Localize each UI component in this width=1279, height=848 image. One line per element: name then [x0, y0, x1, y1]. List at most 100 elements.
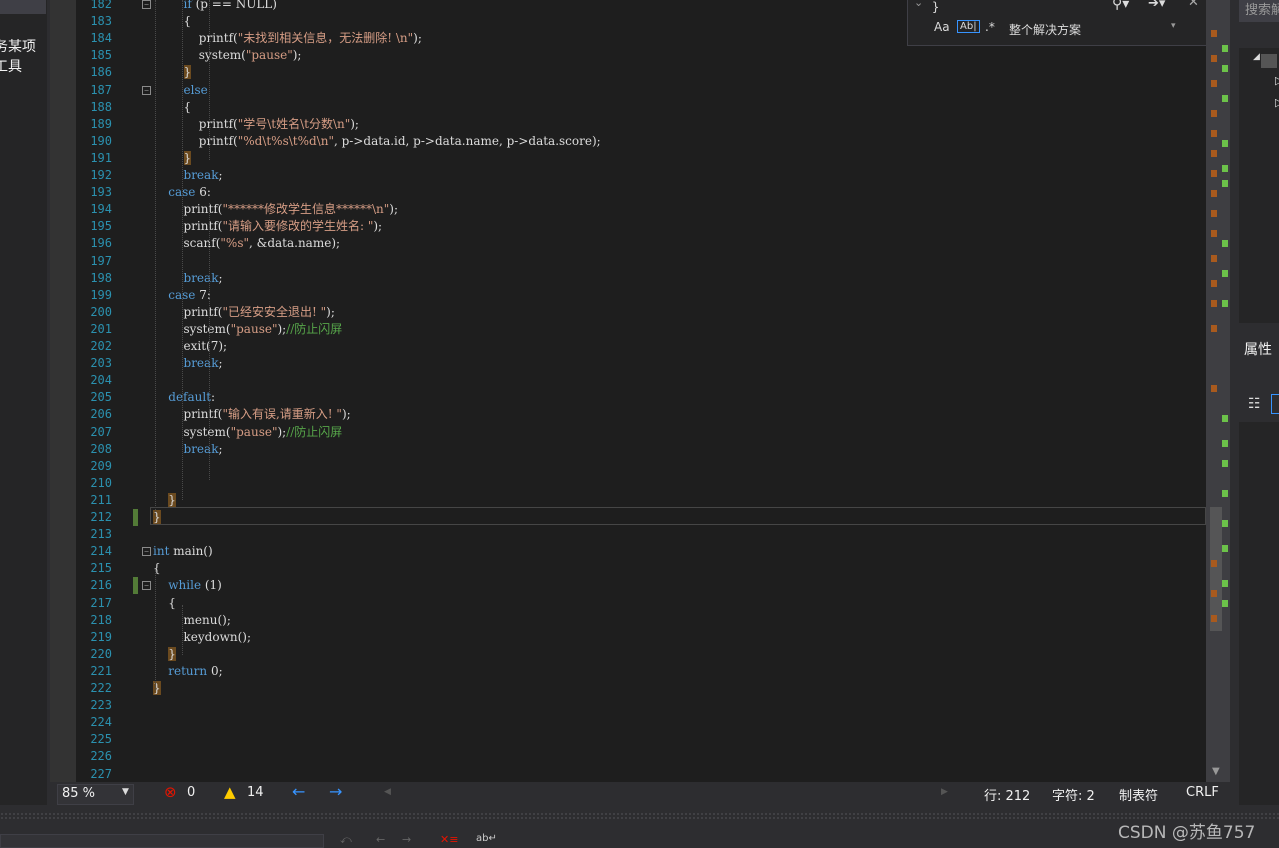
code-line[interactable]: 191 } [50, 150, 1206, 167]
code-line[interactable]: 223 [50, 697, 1206, 714]
solution-explorer-search[interactable]: 搜索解 [1239, 0, 1279, 22]
editor-vertical-scrollbar[interactable] [1206, 0, 1230, 782]
code-line[interactable]: 222} [50, 680, 1206, 697]
code-line[interactable]: 227 [50, 766, 1206, 782]
expand-replace-icon[interactable]: ⌄ [914, 0, 923, 9]
next-message-icon[interactable]: → [402, 833, 411, 846]
close-icon[interactable]: ✕ [1188, 0, 1199, 10]
match-case-toggle[interactable]: Aa [934, 20, 950, 34]
code-line[interactable]: 216 − while (1) [50, 577, 1206, 594]
code-line[interactable]: 221 return 0; [50, 663, 1206, 680]
tree-item-label[interactable]: 务某项 [0, 36, 36, 56]
find-input[interactable]: } [932, 0, 1112, 14]
find-next-icon[interactable]: ➔▾ [1148, 0, 1165, 11]
code-text[interactable]: printf("请输入要修改的学生姓名: "); [153, 218, 383, 235]
code-line[interactable]: 189 printf("学号\t姓名\t分数\n"); [50, 116, 1206, 133]
code-text[interactable]: } [153, 64, 192, 81]
code-line[interactable]: 217 { [50, 595, 1206, 612]
whole-word-toggle[interactable]: Ab| [957, 20, 980, 33]
word-wrap-icon[interactable]: ab↵ [476, 833, 497, 844]
code-text[interactable]: printf("******修改学生信息******\n"); [153, 201, 398, 218]
code-line[interactable]: 200 printf("已经安安全退出! "); [50, 304, 1206, 321]
code-line[interactable]: 197 [50, 253, 1206, 270]
code-line[interactable]: 186 } [50, 64, 1206, 81]
tree-item-label[interactable]: 工具 [0, 56, 22, 76]
code-text[interactable]: return 0; [153, 663, 222, 680]
error-count[interactable]: 0 [187, 785, 195, 800]
code-line[interactable]: 225 [50, 731, 1206, 748]
code-line[interactable]: 206 printf("输入有误,请重新入! "); [50, 406, 1206, 423]
code-line[interactable]: 203 break; [50, 355, 1206, 372]
navigate-back-icon[interactable]: ← [292, 782, 305, 801]
scroll-right-icon[interactable]: ▶ [941, 787, 948, 797]
code-line[interactable]: 204 [50, 372, 1206, 389]
code-text[interactable]: printf("%d\t%s\t%d\n", p->data.id, p->da… [153, 133, 601, 150]
code-editor[interactable]: 182 − if (p == NULL) 183 {184 printf("未找到相… [50, 0, 1206, 782]
error-icon[interactable]: ⊗ [164, 783, 177, 801]
code-text[interactable]: exit(7); [153, 338, 228, 355]
code-line[interactable]: 213 [50, 526, 1206, 543]
code-text[interactable]: while (1) [153, 577, 222, 594]
dock-grip[interactable] [0, 812, 1279, 820]
code-text[interactable]: break; [153, 270, 223, 287]
clear-icon[interactable]: ⤺ [340, 833, 352, 847]
code-line[interactable]: 210 [50, 475, 1206, 492]
code-line[interactable]: 214 − int main() [50, 543, 1206, 560]
collapse-arrow-icon[interactable]: ▷ [1275, 74, 1279, 87]
code-text[interactable]: system("pause"); [153, 47, 302, 64]
code-line[interactable]: 199 case 7: [50, 287, 1206, 304]
code-line[interactable]: 201 system("pause");//防止闪屏 [50, 321, 1206, 338]
code-line[interactable]: 192 break; [50, 167, 1206, 184]
code-line[interactable]: 209 [50, 458, 1206, 475]
code-line[interactable]: 207 system("pause");//防止闪屏 [50, 424, 1206, 441]
code-line[interactable]: 224 [50, 714, 1206, 731]
code-text[interactable]: printf("未找到相关信息，无法删除! \n"); [153, 30, 422, 47]
scroll-left-icon[interactable]: ◀ [384, 787, 391, 797]
fold-toggle-icon[interactable]: − [142, 86, 151, 95]
line-ending-status[interactable]: CRLF [1186, 785, 1219, 800]
collapse-arrow-icon[interactable]: ▷ [1275, 96, 1279, 109]
prev-message-icon[interactable]: ← [376, 833, 385, 846]
code-line[interactable]: 195 printf("请输入要修改的学生姓名: "); [50, 218, 1206, 235]
expand-arrow-icon[interactable]: ◢ [1253, 52, 1260, 62]
code-line[interactable]: 187 − else [50, 82, 1206, 99]
code-line[interactable]: 198 break; [50, 270, 1206, 287]
regex-toggle[interactable]: .* [985, 20, 995, 34]
code-text[interactable]: menu(); [153, 612, 231, 629]
code-line[interactable]: 194 printf("******修改学生信息******\n"); [50, 201, 1206, 218]
code-line[interactable]: 220 } [50, 646, 1206, 663]
code-line[interactable]: 218 menu(); [50, 612, 1206, 629]
find-scope-dropdown[interactable]: 整个解决方案 [1009, 21, 1081, 38]
navigate-forward-icon[interactable]: → [329, 782, 342, 801]
code-line[interactable]: 185 system("pause"); [50, 47, 1206, 64]
line-number-status[interactable]: 行: 212 [984, 785, 1030, 804]
find-search-icon[interactable]: ⚲▾ [1112, 0, 1129, 12]
code-text[interactable]: break; [153, 441, 223, 458]
fold-toggle-icon[interactable]: − [142, 0, 151, 9]
code-line[interactable]: 215{ [50, 560, 1206, 577]
code-line[interactable]: 196 scanf("%s", &data.name); [50, 235, 1206, 252]
code-line[interactable]: 190 printf("%d\t%s\t%d\n", p->data.id, p… [50, 133, 1206, 150]
zoom-dropdown[interactable]: 85 % ▼ [57, 784, 134, 805]
code-text[interactable]: { [153, 13, 192, 30]
code-text[interactable]: break; [153, 355, 223, 372]
alphabetical-icon[interactable] [1271, 394, 1279, 414]
categorized-icon[interactable]: ☷ [1248, 396, 1264, 412]
code-text[interactable]: } [153, 646, 176, 663]
fold-toggle-icon[interactable]: − [142, 581, 151, 590]
code-text[interactable]: printf("学号\t姓名\t分数\n"); [153, 116, 359, 133]
code-line[interactable]: 202 exit(7); [50, 338, 1206, 355]
clear-all-icon[interactable]: ✕≡ [440, 833, 458, 846]
chevron-down-icon[interactable]: ▾ [1171, 21, 1176, 31]
scroll-down-arrow-icon[interactable]: ▼ [1212, 766, 1220, 777]
tree-node-icon[interactable] [1261, 54, 1277, 68]
code-line[interactable]: 219 keydown(); [50, 629, 1206, 646]
code-text[interactable]: break; [153, 167, 223, 184]
code-line[interactable]: 226 [50, 748, 1206, 765]
warning-icon[interactable]: ▲ [224, 783, 236, 801]
char-number-status[interactable]: 字符: 2 [1052, 785, 1095, 804]
code-text[interactable]: if (p == NULL) [153, 0, 277, 13]
scrollbar-thumb[interactable] [1210, 507, 1222, 631]
code-line[interactable]: 205 default: [50, 389, 1206, 406]
warning-count[interactable]: 14 [247, 785, 264, 800]
